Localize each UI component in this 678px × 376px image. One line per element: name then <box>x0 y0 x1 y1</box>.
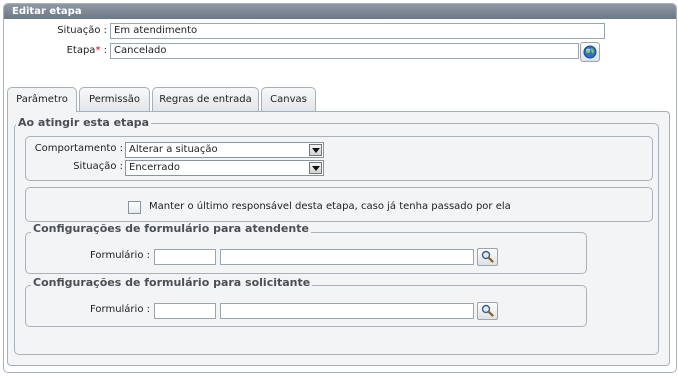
tab-permissao[interactable]: Permissão <box>79 87 150 111</box>
atendente-formulario-name[interactable] <box>220 249 474 265</box>
chevron-down-icon <box>309 144 322 156</box>
panel-title: Editar etapa <box>4 4 676 19</box>
tab-regras-de-entrada[interactable]: Regras de entrada <box>152 87 259 111</box>
atendente-search-button[interactable] <box>477 248 498 266</box>
solicitante-search-button[interactable] <box>477 302 498 320</box>
situacao-field[interactable]: Em atendimento <box>110 23 605 39</box>
manter-responsavel-label: Manter o último responsável desta etapa,… <box>149 201 511 212</box>
search-icon <box>481 250 494 263</box>
situacao-select-label: Situação : <box>73 161 123 172</box>
comportamento-value: Alterar a situação <box>129 144 218 155</box>
solicitante-formulario-label: Formulário : <box>90 304 150 315</box>
solicitante-formulario-name[interactable] <box>220 303 474 319</box>
etapa-field[interactable]: Cancelado <box>110 43 579 59</box>
globe-icon <box>583 45 597 59</box>
tab-canvas[interactable]: Canvas <box>261 87 316 111</box>
comportamento-label: Comportamento : <box>34 143 123 154</box>
globe-button[interactable] <box>580 42 600 62</box>
solicitante-formulario-code[interactable] <box>154 303 216 319</box>
comportamento-select[interactable]: Alterar a situação <box>125 142 324 158</box>
situacao-select-value: Encerrado <box>129 162 180 173</box>
situacao-label: Situação : <box>57 25 107 36</box>
situacao-select[interactable]: Encerrado <box>125 160 324 176</box>
chevron-down-icon <box>309 162 322 174</box>
etapa-label-text: Etapa <box>66 45 96 56</box>
search-icon <box>481 304 494 317</box>
atendente-formulario-label: Formulário : <box>90 250 150 261</box>
group-title: Ao atingir esta etapa <box>16 116 152 130</box>
etapa-label: Etapa* : <box>24 43 107 59</box>
manter-responsavel-checkbox[interactable] <box>128 201 141 214</box>
atendente-title: Configurações de formulário para atenden… <box>31 222 311 236</box>
tab-parametro[interactable]: Parâmetro <box>7 87 77 112</box>
etapa-label-colon: : <box>100 45 107 56</box>
solicitante-title: Configurações de formulário para solicit… <box>31 276 313 290</box>
tab-content-parametro: Ao atingir esta etapa Comportamento : Al… <box>7 111 670 366</box>
atendente-formulario-code[interactable] <box>154 249 216 265</box>
